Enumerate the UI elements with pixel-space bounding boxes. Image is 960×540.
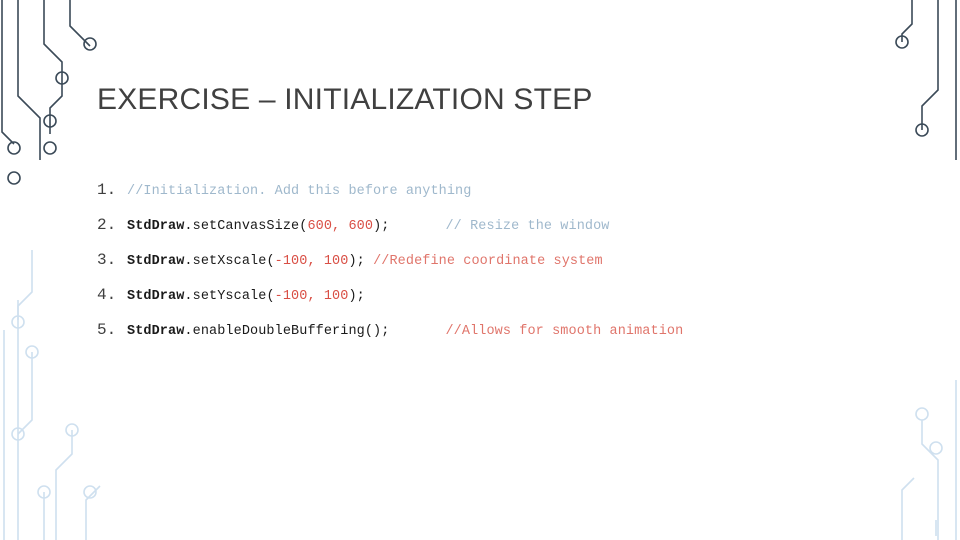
code-text: StdDraw.setYscale(-100, 100);: [127, 289, 365, 304]
list-item-number: 2.: [97, 216, 117, 234]
code-text: StdDraw.setXscale(-100, 100); //Redefine…: [127, 254, 603, 269]
code-token-comment: //: [127, 184, 144, 199]
code-token-comment: Initialization. Add this before anything: [143, 184, 472, 199]
code-token-method: .enableDoubleBuffering: [184, 324, 365, 339]
list-item-number: 3.: [97, 251, 117, 269]
code-token-punct: ();: [364, 324, 390, 339]
code-token-object: StdDraw: [127, 219, 185, 234]
list-item: 5. StdDraw.enableDoubleBuffering(); //All…: [97, 321, 897, 356]
code-text: StdDraw.setCanvasSize(600, 600);// Resiz…: [127, 219, 610, 234]
code-token-punct: );: [348, 289, 365, 304]
code-token-method: .setXscale: [184, 254, 267, 269]
code-token-object: StdDraw: [127, 324, 185, 339]
code-token-comment: //Allows for smooth animation: [445, 324, 684, 339]
code-token-punct: );: [348, 254, 374, 269]
list-item-number: 4.: [97, 286, 117, 304]
page-title: EXERCISE – INITIALIZATION STEP: [97, 83, 593, 116]
code-listing: 1. //Initialization. Add this before any…: [97, 181, 897, 356]
list-item: 2. StdDraw.setCanvasSize(600, 600);// Re…: [97, 216, 897, 251]
list-item: 4. StdDraw.setYscale(-100, 100);: [97, 286, 897, 321]
list-item-number: 1.: [97, 181, 117, 199]
code-token-number: -100, 100: [274, 254, 349, 269]
code-token-punct: (: [266, 254, 275, 269]
code-token-punct: );: [373, 219, 390, 234]
code-token-number: 600, 600: [307, 219, 374, 234]
list-item-number: 5.: [97, 321, 117, 339]
code-token-object: StdDraw: [127, 289, 185, 304]
code-token-comment: // Resize the window: [445, 219, 610, 234]
slide: EXERCISE – INITIALIZATION STEP 1. //Init…: [0, 0, 960, 540]
code-token-method: .setYscale: [184, 289, 267, 304]
code-token-comment: //Redefine coordinate system: [373, 254, 603, 269]
code-token-object: StdDraw: [127, 254, 185, 269]
code-text: //Initialization. Add this before anythi…: [127, 184, 471, 199]
code-text: StdDraw.enableDoubleBuffering(); //Allows…: [127, 324, 683, 339]
list-item: 1. //Initialization. Add this before any…: [97, 181, 897, 216]
code-token-number: -100, 100: [274, 289, 349, 304]
code-token-method: .setCanvasSize: [184, 219, 300, 234]
code-token-punct: (: [266, 289, 275, 304]
list-item: 3. StdDraw.setXscale(-100, 100); //Redef…: [97, 251, 897, 286]
